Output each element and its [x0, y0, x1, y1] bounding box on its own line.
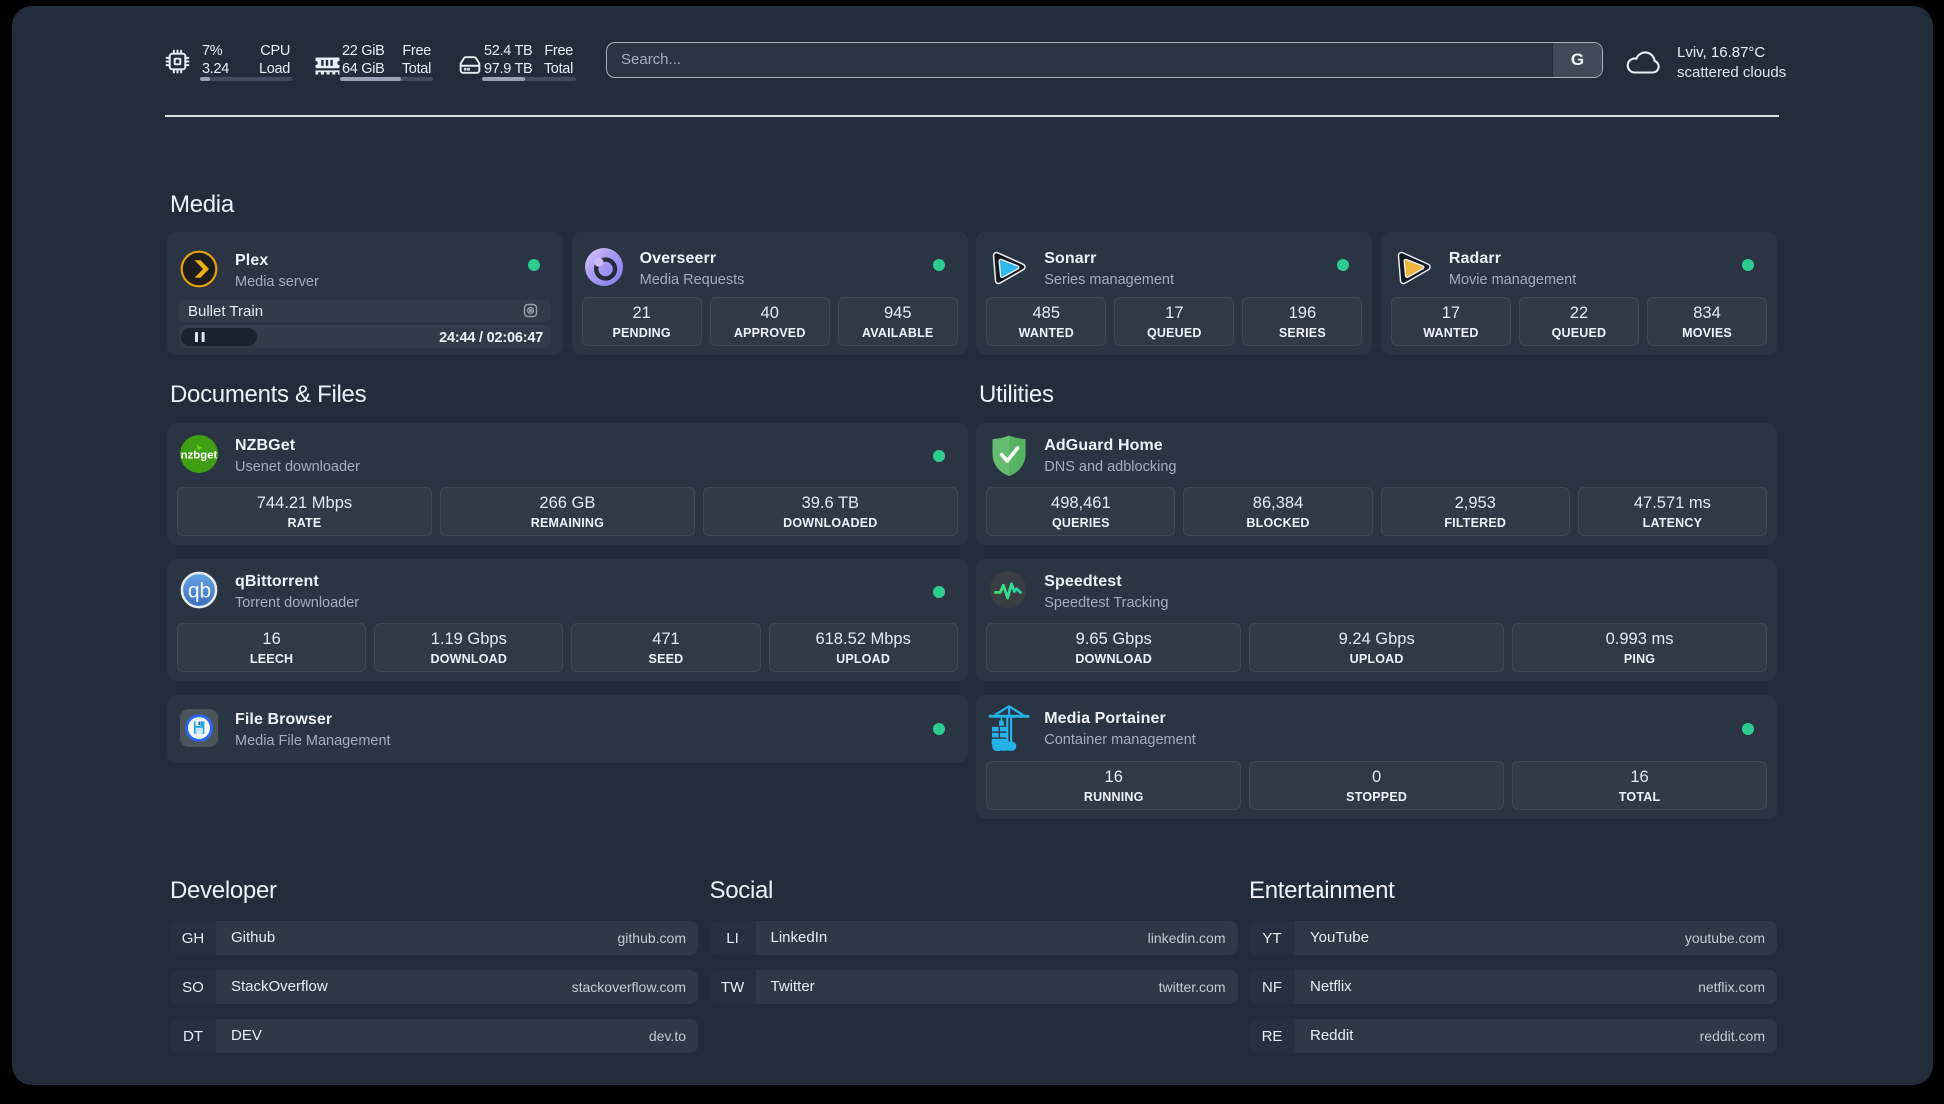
svg-text:qb: qb — [188, 580, 211, 603]
svg-text:nzbget: nzbget — [181, 450, 218, 462]
